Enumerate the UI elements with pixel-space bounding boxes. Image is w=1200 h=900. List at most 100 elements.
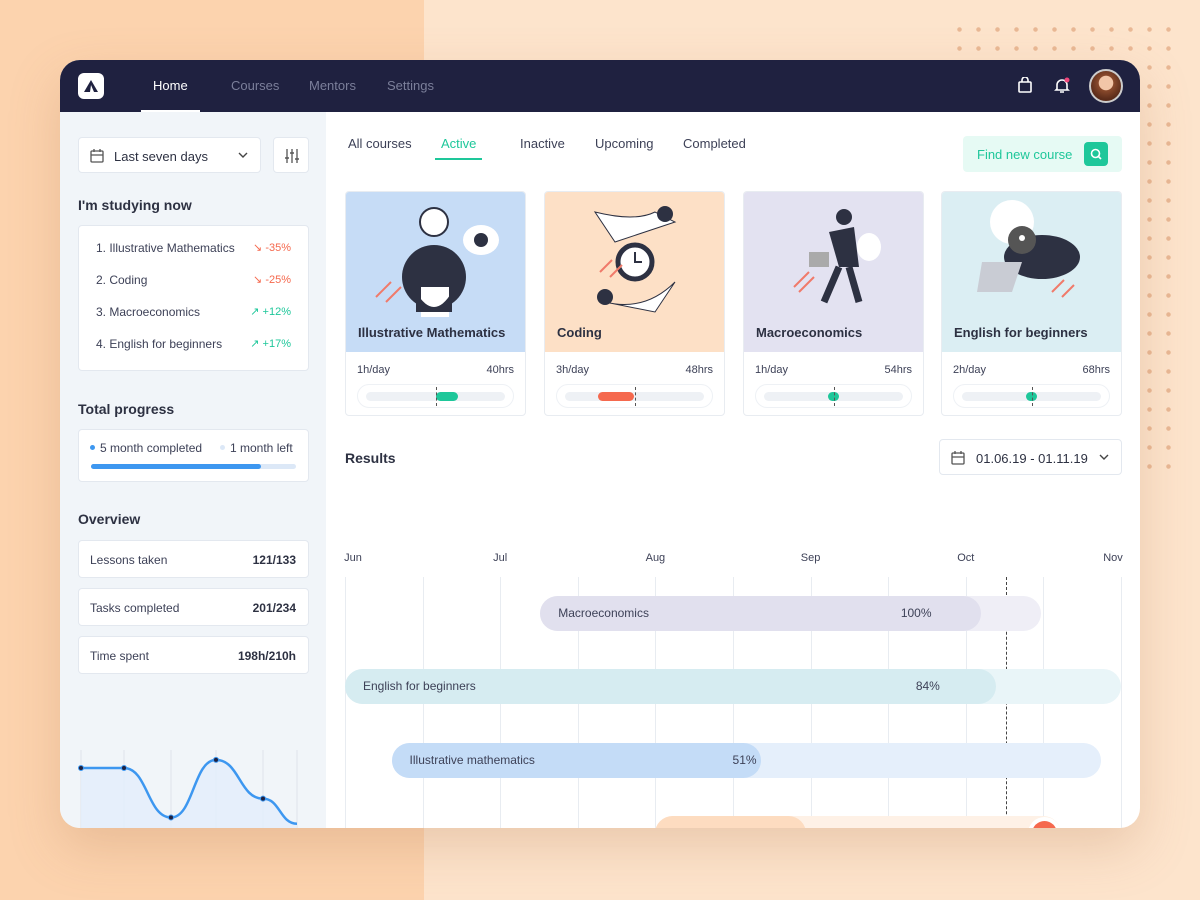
studying-item[interactable]: 3. Macroeconomics ↗ +12% <box>96 305 291 321</box>
tab-all-courses[interactable]: All courses <box>348 136 412 151</box>
gantt-bar[interactable]: Illustrative mathematics 51% <box>391 743 1101 778</box>
gantt-bar[interactable]: Macroeconomics 100% <box>540 596 1041 631</box>
overview-stat: Tasks completed 201/234 <box>78 588 309 626</box>
course-card[interactable]: Macroeconomics 1h/day 54hrs <box>743 191 924 416</box>
total-progress-card: 5 month completed 1 month left <box>78 429 309 482</box>
nav-courses[interactable]: Courses <box>231 60 279 112</box>
gantt-bar-label: Macroeconomics <box>558 606 649 620</box>
gantt-bar[interactable]: Coding 32%! <box>655 816 1061 828</box>
course-progress-slider[interactable] <box>556 384 713 408</box>
date-filter-label: Last seven days <box>114 149 208 164</box>
data-point <box>213 756 219 763</box>
course-title: Coding <box>557 325 602 340</box>
month-label: Oct <box>957 552 975 564</box>
date-filter-dropdown[interactable]: Last seven days <box>78 137 261 173</box>
stat-label: Time spent <box>90 649 149 663</box>
overview-stat: Time spent 198h/210h <box>78 636 309 674</box>
sliders-icon <box>285 149 299 163</box>
bell-icon[interactable] <box>1054 77 1070 94</box>
gantt-bar-percent: 100% <box>900 606 932 620</box>
course-total: 54hrs <box>884 364 912 376</box>
studying-item[interactable]: 1. Illustrative Mathematics ↘ -35% <box>96 241 291 257</box>
progress-done: 5 month completed <box>100 441 203 455</box>
trend-down-icon: ↘ -25% <box>253 274 291 286</box>
shopping-bag-icon[interactable] <box>1018 77 1032 93</box>
month-label: Aug <box>645 552 666 564</box>
course-image: Coding <box>545 192 724 352</box>
results-date-range-dropdown[interactable]: 01.06.19 - 01.11.19 <box>939 439 1122 475</box>
gantt-bar-percent: 32% <box>851 826 875 828</box>
gantt-bar-label: Coding <box>673 826 711 828</box>
gantt-bar[interactable]: English for beginners 84% <box>345 669 1121 704</box>
course-progress-slider[interactable] <box>953 384 1110 408</box>
tab-active[interactable]: Active <box>434 136 483 160</box>
stat-value: 198h/210h <box>237 649 296 663</box>
studying-item-change: -35% <box>265 242 291 254</box>
alert-icon[interactable]: ! <box>1031 821 1057 828</box>
area-fill <box>81 759 297 828</box>
course-title: Illustrative Mathematics <box>358 325 506 340</box>
sidebar: Last seven days I'm studying now 1. Illu… <box>60 112 326 828</box>
course-card[interactable]: Coding 3h/day 48hrs <box>544 191 725 416</box>
progress-fill <box>435 392 458 401</box>
course-progress-slider[interactable] <box>755 384 912 408</box>
course-card[interactable]: Illustrative Mathematics 1h/day 40hrs <box>345 191 526 416</box>
course-image: English for beginners <box>942 192 1121 352</box>
studying-item[interactable]: 4. English for beginners ↗ +17% <box>96 337 291 353</box>
gantt-bar-percent: 84% <box>915 679 940 693</box>
studying-item-label: 4. English for beginners <box>96 337 223 351</box>
course-card[interactable]: English for beginners 2h/day 68hrs <box>941 191 1122 416</box>
course-illustration <box>375 207 499 317</box>
target-marker <box>634 387 636 406</box>
course-rate: 1h/day <box>755 364 789 376</box>
chevron-down-icon <box>238 152 248 158</box>
tab-inactive[interactable]: Inactive <box>520 136 565 151</box>
course-rate: 2h/day <box>953 364 987 376</box>
studying-item[interactable]: 2. Coding ↘ -25% <box>96 273 291 289</box>
course-total: 40hrs <box>486 364 514 376</box>
studying-list: 1. Illustrative Mathematics ↘ -35% 2. Codi… <box>78 225 309 371</box>
nav-mentors[interactable]: Mentors <box>309 60 356 112</box>
tab-upcoming[interactable]: Upcoming <box>595 136 654 151</box>
studying-item-label: 1. Illustrative Mathematics <box>96 241 235 255</box>
nav-home[interactable]: Home <box>141 60 200 112</box>
app-window: Home Courses Mentors Settings Last seven… <box>60 60 1140 828</box>
tab-completed[interactable]: Completed <box>683 136 746 151</box>
trend-down-icon: ↘ -35% <box>253 242 291 254</box>
stat-label: Lessons taken <box>90 553 168 567</box>
course-illustration <box>977 200 1080 298</box>
main-content: All courses Active Inactive Upcoming Complet… <box>326 112 1140 828</box>
gridline <box>345 577 346 828</box>
data-point <box>260 795 266 802</box>
stat-value: 201/234 <box>252 601 296 615</box>
studying-item-change: -25% <box>265 274 291 286</box>
studying-item-label: 2. Coding <box>96 273 148 287</box>
gantt-bar-label: English for beginners <box>363 679 476 693</box>
data-point <box>168 814 174 821</box>
target-marker <box>435 387 437 406</box>
course-progress-slider[interactable] <box>357 384 514 408</box>
course-rate: 3h/day <box>556 364 590 376</box>
month-label: Sep <box>800 552 821 564</box>
month-label: Nov <box>1103 552 1123 564</box>
nav-settings[interactable]: Settings <box>387 60 434 112</box>
progress-fill <box>598 392 635 401</box>
progress-bar <box>91 464 296 469</box>
month-label: Jun <box>344 552 362 564</box>
top-nav: Home Courses Mentors Settings <box>60 60 1140 112</box>
stat-value: 121/133 <box>252 553 296 567</box>
filter-settings-button[interactable] <box>273 137 309 173</box>
trend-up-icon: ↗ +17% <box>250 338 291 350</box>
gantt-bar-percent: 51% <box>732 753 757 767</box>
overview-title: Overview <box>78 511 141 527</box>
chevron-down-icon <box>1099 454 1109 460</box>
data-point <box>121 765 127 771</box>
studying-item-label: 3. Macroeconomics <box>96 305 201 319</box>
results-title: Results <box>345 450 396 466</box>
avatar[interactable] <box>1089 69 1123 103</box>
studying-title: I'm studying now <box>78 197 192 213</box>
course-total: 68hrs <box>1082 364 1110 376</box>
find-course-button[interactable]: Find new course <box>963 136 1122 172</box>
logo-icon[interactable] <box>78 73 104 99</box>
find-course-label: Find new course <box>977 147 1073 162</box>
